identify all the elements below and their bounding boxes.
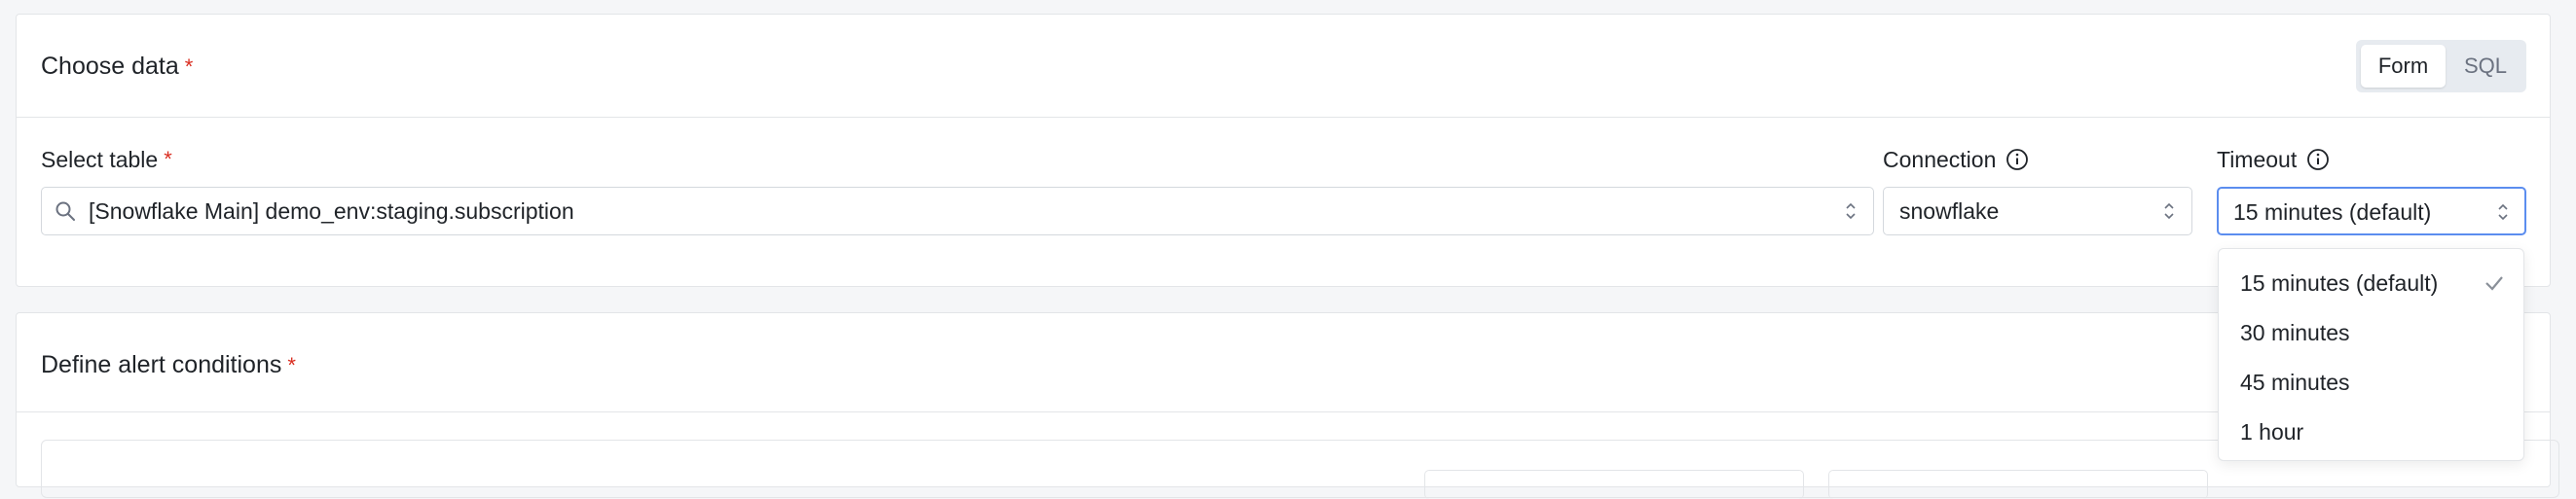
choose-data-title: Choose data * <box>41 52 193 82</box>
timeout-option[interactable]: 45 minutes <box>2219 358 2523 408</box>
mode-toggle: Form SQL <box>2356 40 2526 92</box>
chevron-up-down-icon <box>2164 202 2174 220</box>
define-alert-header: Define alert conditions * <box>17 313 2550 412</box>
timeout-option-label: 30 minutes <box>2240 320 2350 345</box>
mode-sql-button[interactable]: SQL <box>2449 45 2521 88</box>
chevron-up-down-icon <box>1846 202 1856 220</box>
define-alert-title-text: Define alert conditions <box>41 351 282 378</box>
required-mark: * <box>287 353 296 377</box>
timeout-option-label: 1 hour <box>2240 419 2304 445</box>
mode-form-button[interactable]: Form <box>2361 45 2446 88</box>
check-icon <box>2485 276 2503 291</box>
connection-select[interactable]: snowflake <box>1883 187 2192 235</box>
select-table-label: Select table * <box>41 146 172 173</box>
connection-label-text: Connection <box>1883 147 1997 172</box>
connection-label: Connection <box>1883 146 2029 173</box>
select-table-label-text: Select table <box>41 147 159 172</box>
timeout-option[interactable]: 1 hour <box>2219 408 2523 457</box>
alert-conditions-box <box>41 440 2559 499</box>
connection-value: snowflake <box>1899 198 2000 224</box>
choose-data-card: Choose data * Form SQL Select table * [Sno… <box>16 14 2551 287</box>
timeout-option[interactable]: 30 minutes <box>2219 308 2523 358</box>
timeout-label: Timeout <box>2217 146 2330 173</box>
timeout-value: 15 minutes (default) <box>2233 199 2432 225</box>
condition-field[interactable] <box>1424 470 1804 499</box>
define-alert-title: Define alert conditions * <box>41 350 296 380</box>
timeout-dropdown-menu: 15 minutes (default) 30 minutes 45 minut… <box>2218 248 2524 461</box>
timeout-option[interactable]: 15 minutes (default) <box>2219 259 2523 308</box>
required-mark: * <box>184 54 194 79</box>
search-icon <box>55 201 75 221</box>
timeout-label-text: Timeout <box>2217 147 2298 172</box>
info-icon[interactable] <box>2006 148 2029 171</box>
timeout-option-label: 15 minutes (default) <box>2240 270 2439 296</box>
required-mark: * <box>164 147 172 171</box>
timeout-select[interactable]: 15 minutes (default) <box>2217 187 2526 235</box>
choose-data-title-text: Choose data <box>41 53 179 80</box>
chevron-up-down-icon <box>2498 203 2508 221</box>
info-icon[interactable] <box>2306 148 2330 171</box>
define-alert-card: Define alert conditions * <box>16 312 2559 499</box>
condition-field[interactable] <box>1828 470 2208 499</box>
select-table-value: [Snowflake Main] demo_env:staging.subscr… <box>89 198 574 224</box>
timeout-option-label: 45 minutes <box>2240 370 2350 395</box>
choose-data-header: Choose data * Form SQL <box>17 15 2550 118</box>
select-table-dropdown[interactable]: [Snowflake Main] demo_env:staging.subscr… <box>41 187 1874 235</box>
